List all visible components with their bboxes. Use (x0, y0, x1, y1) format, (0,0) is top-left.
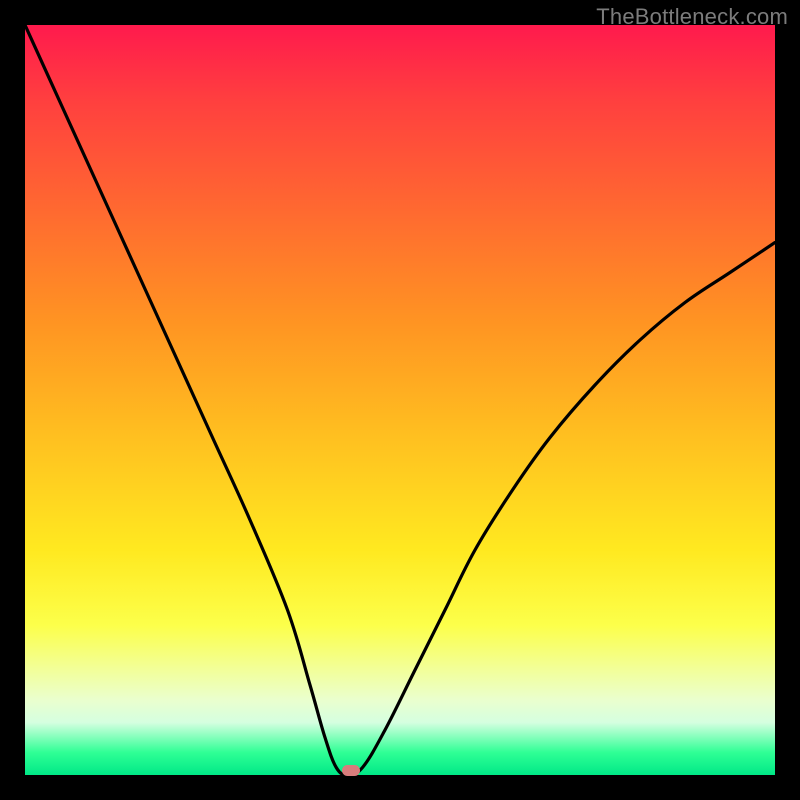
plot-area (25, 25, 775, 775)
bottleneck-curve (25, 25, 775, 775)
chart-frame: TheBottleneck.com (0, 0, 800, 800)
min-marker (342, 765, 360, 776)
curve-svg (25, 25, 775, 775)
